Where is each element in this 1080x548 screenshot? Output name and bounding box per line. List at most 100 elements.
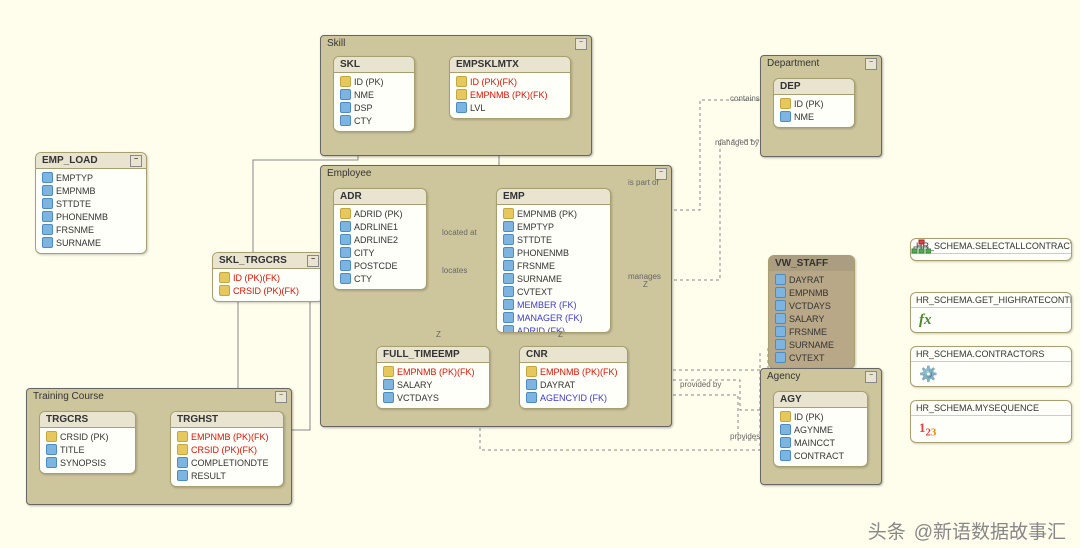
schema-object[interactable]: HR_SCHEMA.GET_HIGHRATECONTRACTORSfx xyxy=(910,292,1072,333)
entity-body: CRSID (PK)TITLESYNOPSIS xyxy=(40,428,135,473)
column: POSTCDE xyxy=(340,260,420,273)
group-department[interactable]: Department− DEP ID (PK)NME xyxy=(760,55,882,157)
column: SURNAME xyxy=(775,339,848,352)
rel-locates: locates xyxy=(442,266,467,275)
column: EMPNMB xyxy=(42,185,140,198)
column: EMPTYP xyxy=(42,172,140,185)
minimize-icon[interactable]: − xyxy=(275,391,287,403)
entity-full-timeemp[interactable]: FULL_TIMEEMP EMPNMB (PK)(FK)SALARYVCTDAY… xyxy=(376,346,490,409)
entity-emp[interactable]: EMP EMPNMB (PK)EMPTYPSTTDTEPHONENMBFRSNM… xyxy=(496,188,611,333)
entity-empsklmtx[interactable]: EMPSKLMTX ID (PK)(FK)EMPNMB (PK)(FK)LVL xyxy=(449,56,571,119)
schema-name: HR_SCHEMA.CONTRACTORS xyxy=(911,347,1071,362)
entity-emp-load[interactable]: EMP_LOAD− EMPTYPEMPNMBSTTDTEPHONENMBFRSN… xyxy=(35,152,147,254)
entity-header: CNR xyxy=(520,347,627,363)
rel-z2: Z xyxy=(558,330,563,339)
entity-body: ADRID (PK)ADRLINE1ADRLINE2CITYPOSTCDECTY xyxy=(334,205,426,289)
entity-body: ID (PK)(FK)EMPNMB (PK)(FK)LVL xyxy=(450,73,570,118)
group-agency[interactable]: Agency− AGY ID (PK)AGYNMEMAINCCTCONTRACT xyxy=(760,368,882,485)
column: ID (PK) xyxy=(340,76,408,89)
entity-adr[interactable]: ADR ADRID (PK)ADRLINE1ADRLINE2CITYPOSTCD… xyxy=(333,188,427,290)
entity-header: SKL_TRGCRS− xyxy=(213,253,323,269)
column: EMPNMB (PK) xyxy=(503,208,604,221)
minimize-icon[interactable]: − xyxy=(865,58,877,70)
rel-provided: provided by xyxy=(680,380,721,389)
column: ADRLINE2 xyxy=(340,234,420,247)
schema-type-icon: 123 xyxy=(911,416,1071,442)
minimize-icon[interactable]: − xyxy=(575,38,587,50)
column: CITY xyxy=(340,247,420,260)
entity-body: EMPNMB (PK)(FK)DAYRATAGENCYID (FK) xyxy=(520,363,627,408)
entity-header: EMP xyxy=(497,189,610,205)
column: SALARY xyxy=(383,379,483,392)
column: CRSID (PK)(FK) xyxy=(219,285,317,298)
column: SALARY xyxy=(775,313,848,326)
entity-header: VW_STAFF xyxy=(769,256,854,271)
column: FRSNME xyxy=(42,224,140,237)
entity-trgcrs[interactable]: TRGCRS CRSID (PK)TITLESYNOPSIS xyxy=(39,411,136,474)
entity-body: ID (PK)AGYNMEMAINCCTCONTRACT xyxy=(774,408,867,466)
entity-dep[interactable]: DEP ID (PK)NME xyxy=(773,78,855,128)
column: PHONENMB xyxy=(42,211,140,224)
entity-body: ID (PK)(FK)CRSID (PK)(FK) xyxy=(213,269,323,301)
rel-z3: Z xyxy=(643,280,648,289)
entity-vw-staff[interactable]: VW_STAFF DAYRATEMPNMBVCTDAYSSALARYFRSNME… xyxy=(768,255,855,369)
entity-header: TRGHST xyxy=(171,412,283,428)
group-title: Training Course− xyxy=(27,389,291,404)
column: EMPNMB xyxy=(775,287,848,300)
entity-body: EMPTYPEMPNMBSTTDTEPHONENMBFRSNMESURNAME xyxy=(36,169,146,253)
column: STTDTE xyxy=(42,198,140,211)
entity-body: ID (PK)NMEDSPCTY xyxy=(334,73,414,131)
column: CONTRACT xyxy=(780,450,861,463)
group-training-course[interactable]: Training Course− TRGCRS CRSID (PK)TITLES… xyxy=(26,388,292,505)
entity-trghst[interactable]: TRGHST EMPNMB (PK)(FK)CRSID (PK)(FK)COMP… xyxy=(170,411,284,487)
group-skill[interactable]: Skill− SKL ID (PK)NMEDSPCTY EMPSKLMTX ID… xyxy=(320,35,592,156)
entity-skl-trgcrs[interactable]: SKL_TRGCRS− ID (PK)(FK)CRSID (PK)(FK) xyxy=(212,252,324,302)
entity-cnr[interactable]: CNR EMPNMB (PK)(FK)DAYRATAGENCYID (FK) xyxy=(519,346,628,409)
column: MEMBER (FK) xyxy=(503,299,604,312)
rel-managed: managed by xyxy=(715,138,759,147)
schema-object[interactable]: HR_SCHEMA.MYSEQUENCE123 xyxy=(910,400,1072,443)
column: ADRID (FK) xyxy=(503,325,604,333)
schema-type-icon: ⚙️ xyxy=(911,362,1071,386)
column: SURNAME xyxy=(42,237,140,250)
rel-located: located at xyxy=(442,228,477,237)
column: STTDTE xyxy=(503,234,604,247)
schema-type-icon xyxy=(911,254,1071,260)
column: SURNAME xyxy=(503,273,604,286)
group-title: Employee− xyxy=(321,166,671,181)
entity-header: DEP xyxy=(774,79,854,95)
column: EMPNMB (PK)(FK) xyxy=(177,431,277,444)
entity-header: FULL_TIMEEMP xyxy=(377,347,489,363)
rel-contains: contains xyxy=(730,94,760,103)
entity-agy[interactable]: AGY ID (PK)AGYNMEMAINCCTCONTRACT xyxy=(773,391,868,467)
column: CVTEXT xyxy=(503,286,604,299)
entity-header: AGY xyxy=(774,392,867,408)
group-employee[interactable]: Employee− ADR ADRID (PK)ADRLINE1ADRLINE2… xyxy=(320,165,672,427)
minimize-icon[interactable]: − xyxy=(307,255,319,267)
minimize-icon[interactable]: − xyxy=(865,371,877,383)
entity-skl[interactable]: SKL ID (PK)NMEDSPCTY xyxy=(333,56,415,132)
entity-body: EMPNMB (PK)(FK)SALARYVCTDAYS xyxy=(377,363,489,408)
rel-ispart: is part of xyxy=(628,178,659,187)
entity-body: ID (PK)NME xyxy=(774,95,854,127)
column: VCTDAYS xyxy=(775,300,848,313)
schema-name: HR_SCHEMA.GET_HIGHRATECONTRACTORS xyxy=(911,293,1071,308)
group-title: Department− xyxy=(761,56,881,71)
column: CRSID (PK)(FK) xyxy=(177,444,277,457)
schema-object[interactable]: HR_SCHEMA.CONTRACTORS⚙️ xyxy=(910,346,1072,387)
column: NME xyxy=(780,111,848,124)
entity-header: TRGCRS xyxy=(40,412,135,428)
column: ADRLINE1 xyxy=(340,221,420,234)
column: ADRID (PK) xyxy=(340,208,420,221)
schema-object[interactable]: HR_SCHEMA.SELECTALLCONTRACTORS xyxy=(910,238,1072,261)
column: AGYNME xyxy=(780,424,861,437)
entity-body: EMPNMB (PK)(FK)CRSID (PK)(FK)COMPLETIOND… xyxy=(171,428,283,486)
column: MAINCCT xyxy=(780,437,861,450)
minimize-icon[interactable]: − xyxy=(130,155,142,167)
column: ID (PK)(FK) xyxy=(219,272,317,285)
column: DAYRAT xyxy=(775,274,848,287)
watermark: 头条@新语数据故事汇 xyxy=(868,517,1066,544)
schema-name: HR_SCHEMA.SELECTALLCONTRACTORS xyxy=(911,239,1071,254)
group-title: Agency− xyxy=(761,369,881,384)
entity-header: EMPSKLMTX xyxy=(450,57,570,73)
